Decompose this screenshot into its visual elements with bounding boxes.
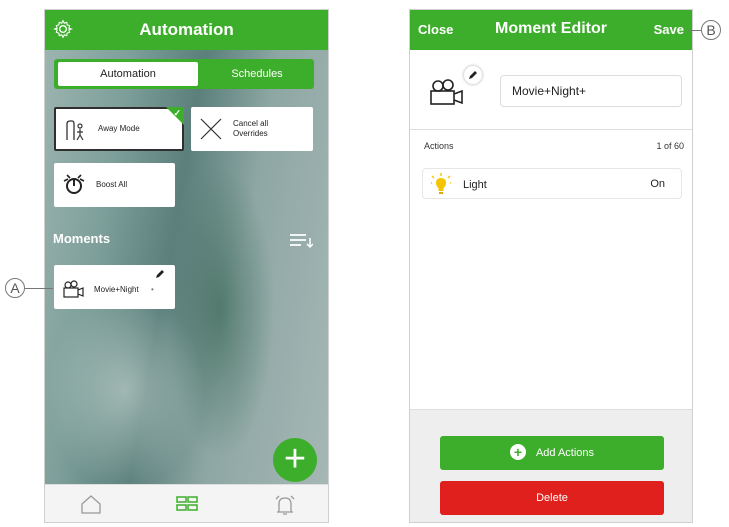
movie-camera-icon[interactable] bbox=[428, 78, 464, 106]
sort-icon[interactable] bbox=[289, 233, 313, 249]
moment-card-movie-night[interactable]: Movie+Night • bbox=[54, 265, 175, 309]
moment-more-dot: • bbox=[151, 285, 154, 294]
automation-header: Automation bbox=[45, 10, 328, 50]
moment-label: Movie+Night bbox=[94, 285, 139, 294]
add-actions-label: Add Actions bbox=[535, 447, 595, 459]
check-icon: ✓ bbox=[173, 108, 181, 118]
away-mode-card[interactable]: ✓ Away Mode bbox=[54, 107, 184, 151]
home-icon[interactable] bbox=[79, 493, 103, 515]
delete-button[interactable]: Delete bbox=[440, 481, 664, 515]
page-title: Automation bbox=[139, 20, 234, 39]
light-bulb-icon bbox=[431, 173, 451, 194]
alarm-bell-icon[interactable] bbox=[273, 493, 297, 515]
callout-a: A bbox=[5, 278, 25, 298]
action-name: Light bbox=[463, 179, 487, 191]
boost-all-card[interactable]: Boost All bbox=[54, 163, 175, 207]
moment-name-input[interactable]: Movie+Night+ bbox=[500, 75, 682, 107]
moment-editor-screen: Close Moment Editor Save Movie+Night+ Ac… bbox=[409, 9, 693, 523]
automation-screen: Automation Automation Schedules ✓ Away M… bbox=[44, 9, 329, 523]
boost-all-label: Boost All bbox=[96, 180, 128, 189]
moment-details: Movie+Night+ bbox=[410, 50, 692, 130]
away-mode-label: Away Mode bbox=[98, 124, 140, 133]
background-blur bbox=[45, 290, 205, 490]
cancel-overrides-card[interactable]: Cancel all Overrides bbox=[191, 107, 313, 151]
close-icon bbox=[200, 118, 222, 140]
tab-schedules[interactable]: Schedules bbox=[204, 62, 310, 86]
movie-camera-icon bbox=[63, 280, 84, 298]
action-value: On bbox=[650, 178, 665, 190]
moments-heading: Moments bbox=[53, 231, 111, 246]
page-title: Moment Editor bbox=[495, 20, 607, 37]
boost-icon bbox=[63, 174, 85, 194]
actions-heading: Actions bbox=[424, 141, 454, 151]
callout-a-leader bbox=[25, 288, 53, 289]
callout-b: B bbox=[701, 20, 721, 40]
away-mode-icon bbox=[66, 120, 84, 141]
add-automation-button[interactable]: + bbox=[273, 438, 317, 482]
plus-icon: + bbox=[509, 444, 526, 461]
tab-automation[interactable]: Automation bbox=[58, 62, 198, 86]
action-row-light[interactable]: Light On bbox=[422, 168, 682, 199]
moment-editor-header: Close Moment Editor Save bbox=[410, 10, 692, 50]
actions-count: 1 of 60 bbox=[656, 141, 684, 151]
pencil-icon bbox=[469, 71, 477, 79]
pencil-icon[interactable] bbox=[155, 269, 165, 279]
cancel-overrides-label: Cancel all Overrides bbox=[233, 119, 269, 138]
plus-icon: + bbox=[283, 438, 307, 480]
editor-footer: + Add Actions Delete bbox=[410, 409, 692, 522]
add-actions-button[interactable]: + Add Actions bbox=[440, 436, 664, 470]
edit-icon-button[interactable] bbox=[464, 66, 482, 84]
automation-grid-icon[interactable] bbox=[175, 493, 199, 515]
bottom-navigation bbox=[45, 484, 328, 522]
save-button[interactable]: Save bbox=[654, 22, 684, 37]
actions-list: Actions 1 of 60 Light On bbox=[410, 131, 692, 411]
callout-b-leader bbox=[688, 30, 701, 31]
tab-bar: Automation Schedules bbox=[54, 59, 314, 89]
